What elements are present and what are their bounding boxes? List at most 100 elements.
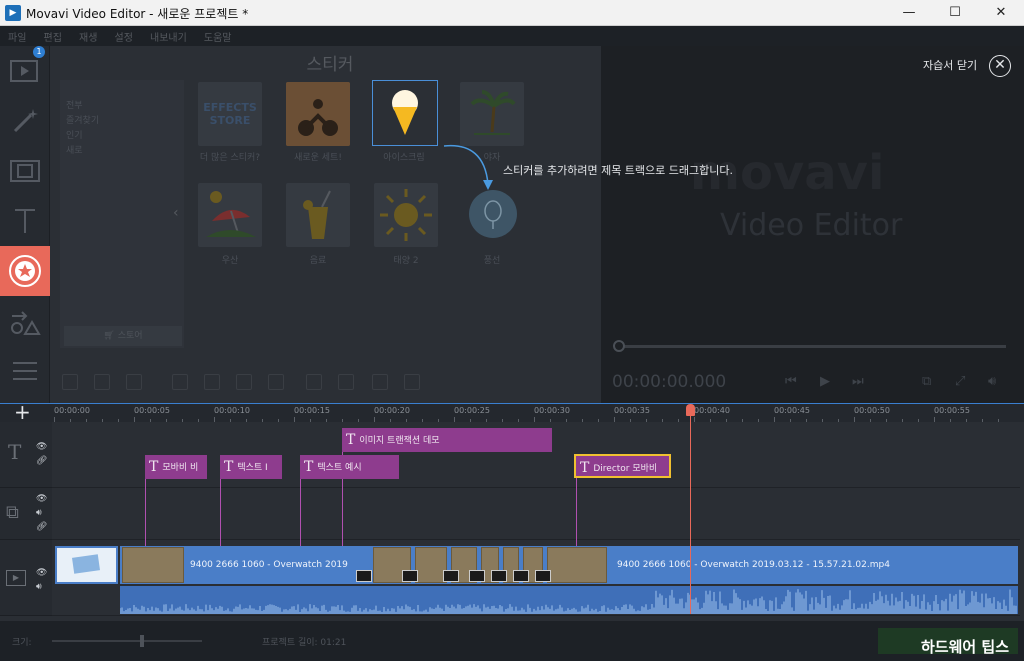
tutorial-hint: 스티커를 추가하려면 제목 트랙으로 드래그합니다. xyxy=(503,164,734,177)
sticker-tile-umbrella[interactable] xyxy=(198,183,262,247)
more-tools[interactable] xyxy=(0,346,50,396)
crop-icon[interactable] xyxy=(236,374,252,390)
film-transition-icon xyxy=(10,160,40,182)
icecream-icon xyxy=(392,90,418,135)
title-clip[interactable]: T 텍스트 예시 xyxy=(300,455,399,479)
overlay-track[interactable] xyxy=(52,488,1020,540)
delete-icon[interactable] xyxy=(126,374,142,390)
close-tutorial-button[interactable]: 자습서 닫기 ✕ xyxy=(923,55,1011,77)
transitions-tool[interactable] xyxy=(0,146,50,196)
transition-marker[interactable] xyxy=(491,570,507,582)
project-duration: 프로젝트 길이: 01:21 xyxy=(262,638,347,648)
playhead-handle[interactable] xyxy=(686,404,695,416)
ruler-tick-label: 00:00:25 xyxy=(454,406,490,415)
sticker-tile-store[interactable]: EFFECTS STORE xyxy=(198,82,262,146)
tile-caption: 새로운 세트! xyxy=(294,153,342,163)
stickers-tool[interactable] xyxy=(0,246,50,296)
undo-icon[interactable] xyxy=(62,374,78,390)
ruler-tick-label: 00:00:35 xyxy=(614,406,650,415)
close-button[interactable]: ✕ xyxy=(978,0,1024,26)
play-icon[interactable]: ▶ xyxy=(820,374,830,389)
motorbike-image xyxy=(286,82,350,146)
sticker-star-icon xyxy=(9,255,41,287)
category-item[interactable]: 즐겨찾기 xyxy=(66,113,178,126)
speaker-icon[interactable]: 🔊︎ xyxy=(36,508,42,518)
seek-bar[interactable] xyxy=(616,345,1006,348)
transition-marker[interactable] xyxy=(356,570,372,582)
tutorial-arrow-icon xyxy=(443,144,493,190)
seek-knob[interactable] xyxy=(613,340,625,352)
transition-marker[interactable] xyxy=(535,570,551,582)
title-clip-icon: T xyxy=(304,459,314,475)
sticker-tile-icecream[interactable] xyxy=(372,80,438,146)
minimize-button[interactable]: — xyxy=(886,0,932,26)
color-icon[interactable] xyxy=(268,374,284,390)
import-tool[interactable]: 1 xyxy=(0,46,50,96)
title-clip-label: 모바비 비 xyxy=(162,463,199,473)
scale-label: 크기: xyxy=(12,638,32,648)
zoom-slider-handle[interactable] xyxy=(140,635,144,647)
link-icon[interactable]: 🔗︎ xyxy=(36,522,47,532)
scroll-left-arrow[interactable]: ‹ xyxy=(173,205,179,221)
title-clip-label: Director 모바비 xyxy=(593,464,658,474)
add-track-icon[interactable]: + xyxy=(14,400,31,424)
sticker-tile-sun[interactable] xyxy=(374,183,438,247)
transition-marker[interactable] xyxy=(402,570,418,582)
title-clip[interactable]: T 텍스트 I xyxy=(220,455,282,479)
audio-icon[interactable] xyxy=(338,374,354,390)
preview-logo-sub: Video Editor xyxy=(720,208,903,243)
ruler-tick-label: 00:00:00 xyxy=(54,406,90,415)
callouts-tool[interactable] xyxy=(0,296,50,346)
image-clip[interactable] xyxy=(55,546,118,584)
equalizer-icon[interactable] xyxy=(404,374,420,390)
waveform-graphic xyxy=(119,589,1017,614)
palm-tree-icon xyxy=(470,90,516,135)
eye-icon[interactable]: 👁︎ xyxy=(36,442,47,452)
title-clip[interactable]: T 이미지 트랜잭션 데모 xyxy=(342,428,552,452)
rotate-icon[interactable] xyxy=(204,374,220,390)
cut-icon[interactable] xyxy=(172,374,188,390)
category-item[interactable]: 인기 xyxy=(66,128,178,141)
title-clip-selected[interactable]: T Director 모바비 xyxy=(574,454,671,478)
store-button[interactable]: 🛒︎ 스토어 xyxy=(64,326,182,346)
transition-marker[interactable] xyxy=(513,570,529,582)
panel-heading: 스티커 xyxy=(306,55,354,75)
link-icon[interactable]: 🔗︎ xyxy=(36,456,47,466)
volume-icon[interactable]: 🔊︎ xyxy=(988,374,996,389)
video-track-header: ▶ 👁︎ 🔊︎ xyxy=(0,540,52,616)
clip-properties-icon[interactable] xyxy=(306,374,322,390)
tile-caption: 더 많은 스티커? xyxy=(199,153,261,163)
sticker-tile-palm[interactable] xyxy=(460,82,524,146)
zoom-slider[interactable] xyxy=(52,640,202,642)
transition-marker[interactable] xyxy=(469,570,485,582)
sticker-tile-new-set[interactable] xyxy=(286,82,350,146)
title-clip-label: 텍스트 I xyxy=(237,463,268,473)
timeline-ruler[interactable]: 00:00:00 00:00:05 00:00:10 00:00:15 00:00:20… xyxy=(50,404,1020,422)
shapes-arrow-icon xyxy=(11,311,41,335)
title-clip[interactable]: T 모바비 비 xyxy=(145,455,207,479)
tool-sidebar: 1 xyxy=(0,46,50,403)
maximize-button[interactable]: ☐ xyxy=(932,0,978,26)
title-clip-label: 텍스트 예시 xyxy=(317,463,362,473)
eye-icon[interactable]: 👁︎ xyxy=(36,568,47,578)
sticker-tile-drink[interactable] xyxy=(286,183,350,247)
category-item[interactable]: 새로 xyxy=(66,143,178,156)
next-frame-icon[interactable]: ⏭ xyxy=(852,374,864,389)
snapshot-icon[interactable]: ⧉ xyxy=(922,374,931,389)
audio-waveform[interactable] xyxy=(119,586,1018,614)
filters-tool[interactable] xyxy=(0,96,50,146)
video-thumbnail xyxy=(122,547,184,583)
redo-icon[interactable] xyxy=(94,374,110,390)
titles-tool[interactable] xyxy=(0,196,50,246)
eye-icon[interactable]: 👁︎ xyxy=(36,494,47,504)
beach-umbrella-icon xyxy=(206,191,256,237)
title-track-header: T 👁︎ 🔗︎ xyxy=(0,422,52,488)
window-title: Movavi Video Editor - 새로운 프로젝트 * xyxy=(26,7,249,21)
overlay-track-header: ⧉ 👁︎ 🔊︎ 🔗︎ xyxy=(0,488,52,540)
fullscreen-icon[interactable]: ⤢ xyxy=(955,374,965,389)
prev-frame-icon[interactable]: ⏮ xyxy=(785,374,797,389)
speaker-icon[interactable]: 🔊︎ xyxy=(36,582,42,592)
record-icon[interactable] xyxy=(372,374,388,390)
transition-marker[interactable] xyxy=(443,570,459,582)
category-item[interactable]: 전부 xyxy=(66,98,178,111)
